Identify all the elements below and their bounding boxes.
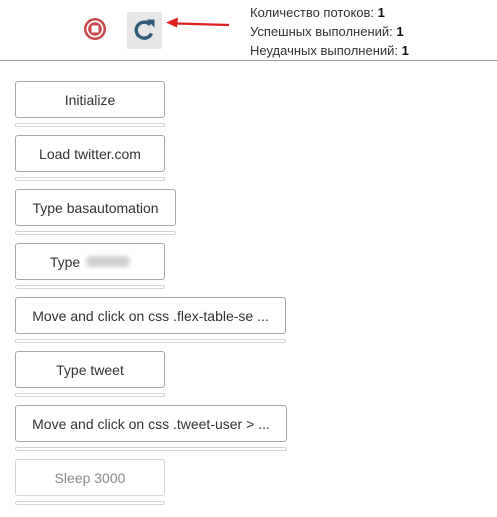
run-statistics: Количество потоков: 1 Успешных выполнени… [250, 3, 409, 60]
threads-count: Количество потоков: 1 [250, 3, 409, 22]
stop-button[interactable] [82, 16, 108, 42]
step-progress-bar [15, 393, 165, 397]
refresh-button[interactable] [127, 12, 162, 49]
step-progress-bar [15, 123, 165, 127]
step-button[interactable]: Move and click on css .flex-table-se ... [15, 297, 286, 334]
success-value: 1 [396, 24, 404, 39]
step-button[interactable]: Initialize [15, 81, 165, 118]
fail-count: Неудачных выполнений: 1 [250, 41, 409, 60]
step-label: Type basautomation [32, 199, 159, 216]
step-button[interactable]: Load twitter.com [15, 135, 165, 172]
step-label: Move and click on css .flex-table-se ... [32, 307, 269, 324]
step-label: Move and click on css .tweet-user > ... [32, 415, 270, 432]
step-progress-bar [15, 339, 286, 343]
step-progress-bar [15, 447, 287, 451]
app-root: Количество потоков: 1 Успешных выполнени… [0, 0, 497, 517]
step-button[interactable]: Type [15, 243, 165, 280]
redacted-text [86, 256, 131, 267]
threads-value: 1 [377, 5, 385, 20]
stop-circle-icon [84, 18, 106, 40]
step-label: Sleep 3000 [54, 469, 126, 486]
step-progress-bar [15, 501, 165, 505]
step-label: Type tweet [56, 361, 124, 378]
step-progress-bar [15, 231, 176, 235]
fail-value: 1 [401, 43, 409, 58]
red-arrow-left-icon [166, 17, 230, 28]
toolbar: Количество потоков: 1 Успешных выполнени… [0, 0, 497, 61]
step-button[interactable]: Type basautomation [15, 189, 176, 226]
step-label: Type [49, 253, 81, 270]
step-label: Initialize [64, 91, 116, 108]
step-button[interactable]: Type tweet [15, 351, 165, 388]
step-label: Load twitter.com [39, 145, 141, 162]
step-progress-bar [15, 177, 165, 181]
step-button[interactable]: Sleep 3000 [15, 459, 165, 496]
threads-label: Количество потоков: [250, 5, 378, 20]
step-button[interactable]: Move and click on css .tweet-user > ... [15, 405, 287, 442]
success-count: Успешных выполнений: 1 [250, 22, 409, 41]
refresh-icon [134, 19, 155, 40]
fail-label: Неудачных выполнений: [250, 43, 402, 58]
success-label: Успешных выполнений: [250, 24, 397, 39]
step-progress-bar [15, 285, 165, 289]
